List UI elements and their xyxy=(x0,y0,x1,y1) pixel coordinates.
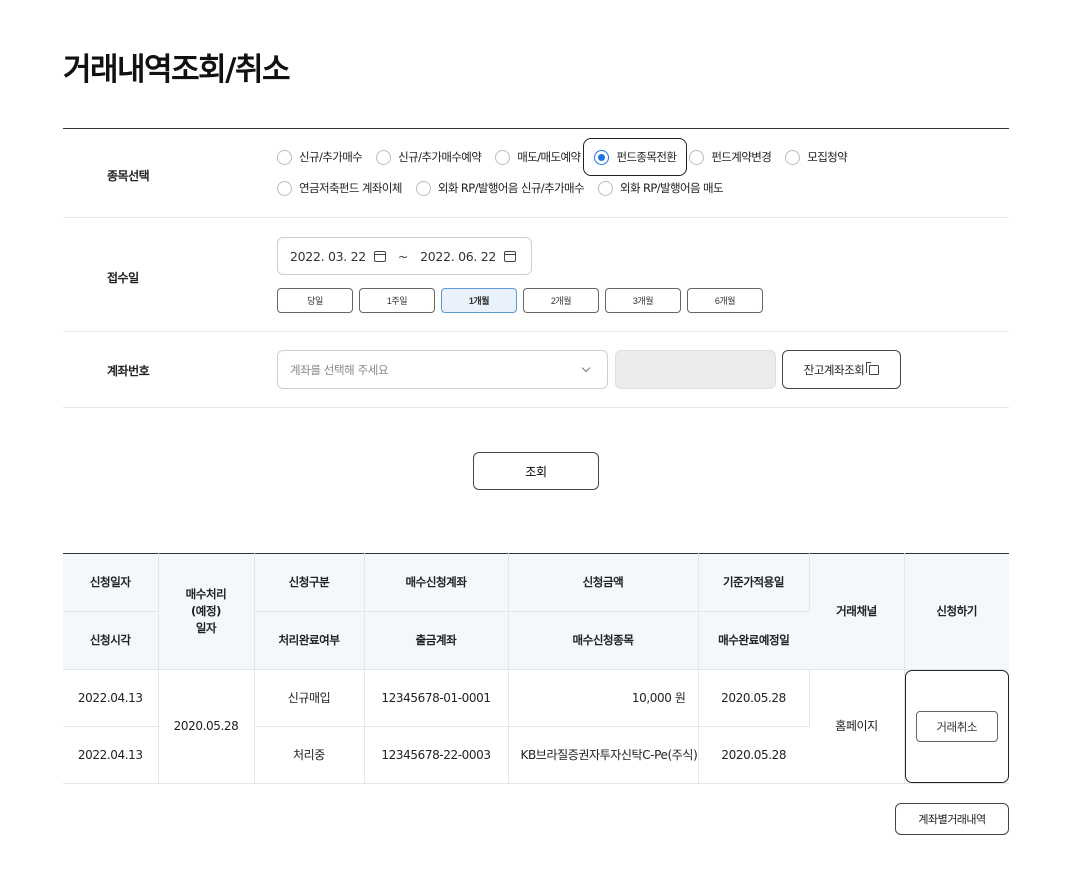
fund-options-line-2: 연금저축펀드 계좌이체 외화 RP/발행어음 신규/추가매수 외화 RP/발행어… xyxy=(277,180,737,196)
cell-action: 거래취소 xyxy=(904,669,1009,784)
radio-label: 모집청약 xyxy=(807,150,848,164)
page-title: 거래내역조회/취소 xyxy=(63,52,290,88)
period-buttons: 당일 1주일 1개월 2개월 3개월 6개월 xyxy=(277,288,769,313)
cell-apply-date: 2022.04.13 xyxy=(63,669,159,727)
header-process-date: 매수처리 (예정) 일자 xyxy=(158,553,255,670)
header-expected-complete-date: 매수완료예정일 xyxy=(698,611,809,670)
cell-fund-name: KB브라질증권자투자신탁C-Pe(주식) xyxy=(508,726,699,784)
receipt-date-label: 접수일 xyxy=(107,271,139,285)
radio-fund-switch[interactable]: 펀드종목전환 xyxy=(583,138,688,176)
radio-circle-icon xyxy=(689,149,705,165)
radio-new-additional-buy[interactable]: 신규/추가매수 xyxy=(277,149,363,165)
cell-channel: 홈페이지 xyxy=(809,669,905,784)
action-frame: 거래취소 xyxy=(904,670,1009,783)
account-history-button[interactable]: 계좌별거래내역 xyxy=(895,803,1009,835)
radio-sell-reserve[interactable]: 매도/매도예약 xyxy=(495,149,581,165)
cell-process-date: 2020.05.28 xyxy=(158,669,255,784)
cancel-transaction-button[interactable]: 거래취소 xyxy=(915,711,998,742)
header-action: 신청하기 xyxy=(904,553,1009,670)
period-3month-button[interactable]: 3개월 xyxy=(605,288,681,313)
account-select-placeholder: 계좌를 선택해 주세요 xyxy=(290,362,389,377)
popup-window-icon xyxy=(866,361,880,375)
table-header-row: 신청일자 매수처리 (예정) 일자 신청구분 매수신청계좌 신청금액 기준가적용일 … xyxy=(63,553,1009,670)
radio-label: 신규/추가매수예약 xyxy=(398,150,482,164)
fund-selection-row: 종목선택 신규/추가매수 신규/추가매수예약 매도/매도예약 펀드종목전환 펀드… xyxy=(63,129,1009,218)
header-apply-type: 신청구분 xyxy=(254,553,365,612)
radio-circle-icon xyxy=(785,149,801,165)
date-range-picker: 2022. 03. 22 ~ 2022. 06. 22 xyxy=(277,237,532,275)
radio-label: 신규/추가매수 xyxy=(299,150,363,164)
radio-checked-icon xyxy=(594,149,610,165)
header-apply-time: 신청시각 xyxy=(63,611,159,670)
balance-account-lookup-button[interactable]: 잔고계좌조회 xyxy=(782,350,901,389)
period-2month-button[interactable]: 2개월 xyxy=(523,288,599,313)
radio-label: 펀드계약변경 xyxy=(711,150,772,164)
radio-new-additional-buy-reserve[interactable]: 신규/추가매수예약 xyxy=(376,149,482,165)
header-buy-account: 매수신청계좌 xyxy=(364,553,509,612)
receipt-date-row: 접수일 2022. 03. 22 ~ 2022. 06. 22 당일 1주일 1… xyxy=(63,218,1009,332)
radio-fx-rp-sell[interactable]: 외화 RP/발행어음 매도 xyxy=(598,180,724,196)
search-button[interactable]: 조회 xyxy=(473,452,599,490)
radio-circle-icon xyxy=(277,180,292,196)
period-1month-button[interactable]: 1개월 xyxy=(441,288,517,313)
radio-pension-transfer[interactable]: 연금저축펀드 계좌이체 xyxy=(277,180,402,196)
table-row: 2022.04.13 2020.05.28 신규매입 12345678-01-0… xyxy=(63,669,1009,784)
chevron-down-icon xyxy=(581,363,591,373)
transaction-table: 신청일자 매수처리 (예정) 일자 신청구분 매수신청계좌 신청금액 기준가적용일 … xyxy=(63,553,1009,784)
cell-withdraw-account: 12345678-22-0003 xyxy=(364,726,509,784)
cell-expected-complete-date: 2020.05.28 xyxy=(698,726,809,784)
radio-label: 매도/매도예약 xyxy=(517,150,581,164)
cell-apply-time: 2022.04.13 xyxy=(63,726,159,784)
calendar-icon[interactable] xyxy=(373,250,386,262)
cell-complete-status: 처리중 xyxy=(254,726,365,784)
header-amount: 신청금액 xyxy=(508,553,699,612)
header-apply-date: 신청일자 xyxy=(63,553,159,612)
cell-base-price-date: 2020.05.28 xyxy=(698,669,810,727)
fund-options-line-1: 신규/추가매수 신규/추가매수예약 매도/매도예약 펀드종목전환 펀드계약변경 … xyxy=(277,138,861,176)
radio-circle-icon xyxy=(495,149,511,165)
radio-fx-rp-buy[interactable]: 외화 RP/발행어음 신규/추가매수 xyxy=(415,180,585,196)
start-date-value[interactable]: 2022. 03. 22 xyxy=(290,249,366,264)
radio-label: 펀드종목전환 xyxy=(616,150,677,164)
calendar-icon[interactable] xyxy=(504,250,517,262)
account-row: 계좌번호 계좌를 선택해 주세요 잔고계좌조회 xyxy=(63,332,1009,408)
fund-selection-label: 종목선택 xyxy=(107,169,150,183)
radio-circle-icon xyxy=(598,180,614,196)
cell-apply-type: 신규매입 xyxy=(254,669,365,727)
radio-label: 외화 RP/발행어음 신규/추가매수 xyxy=(437,181,585,195)
period-today-button[interactable]: 당일 xyxy=(277,288,353,313)
balance-button-label: 잔고계좌조회 xyxy=(803,364,865,377)
date-separator: ~ xyxy=(397,248,409,264)
search-form: 종목선택 신규/추가매수 신규/추가매수예약 매도/매도예약 펀드종목전환 펀드… xyxy=(63,128,1009,408)
radio-fund-contract-change[interactable]: 펀드계약변경 xyxy=(689,149,772,165)
radio-label: 연금저축펀드 계좌이체 xyxy=(299,181,402,195)
header-base-price-date: 기준가적용일 xyxy=(698,553,810,612)
end-date-value[interactable]: 2022. 06. 22 xyxy=(420,249,496,264)
header-complete-status: 처리완료여부 xyxy=(254,611,365,670)
account-name-field xyxy=(615,350,776,389)
radio-label: 외화 RP/발행어음 매도 xyxy=(620,181,724,195)
radio-subscription[interactable]: 모집청약 xyxy=(785,149,848,165)
header-withdraw-account: 출금계좌 xyxy=(364,611,509,670)
radio-circle-icon xyxy=(415,180,431,196)
account-select[interactable]: 계좌를 선택해 주세요 xyxy=(277,350,608,389)
cell-amount: 10,000 원 xyxy=(508,669,699,727)
header-channel: 거래채널 xyxy=(809,553,905,670)
period-6month-button[interactable]: 6개월 xyxy=(687,288,763,313)
period-1week-button[interactable]: 1주일 xyxy=(359,288,435,313)
radio-circle-icon xyxy=(277,149,292,165)
cell-buy-account: 12345678-01-0001 xyxy=(364,669,509,727)
account-label: 계좌번호 xyxy=(107,364,150,378)
radio-circle-icon xyxy=(376,149,392,165)
header-fund-name: 매수신청종목 xyxy=(508,611,699,670)
